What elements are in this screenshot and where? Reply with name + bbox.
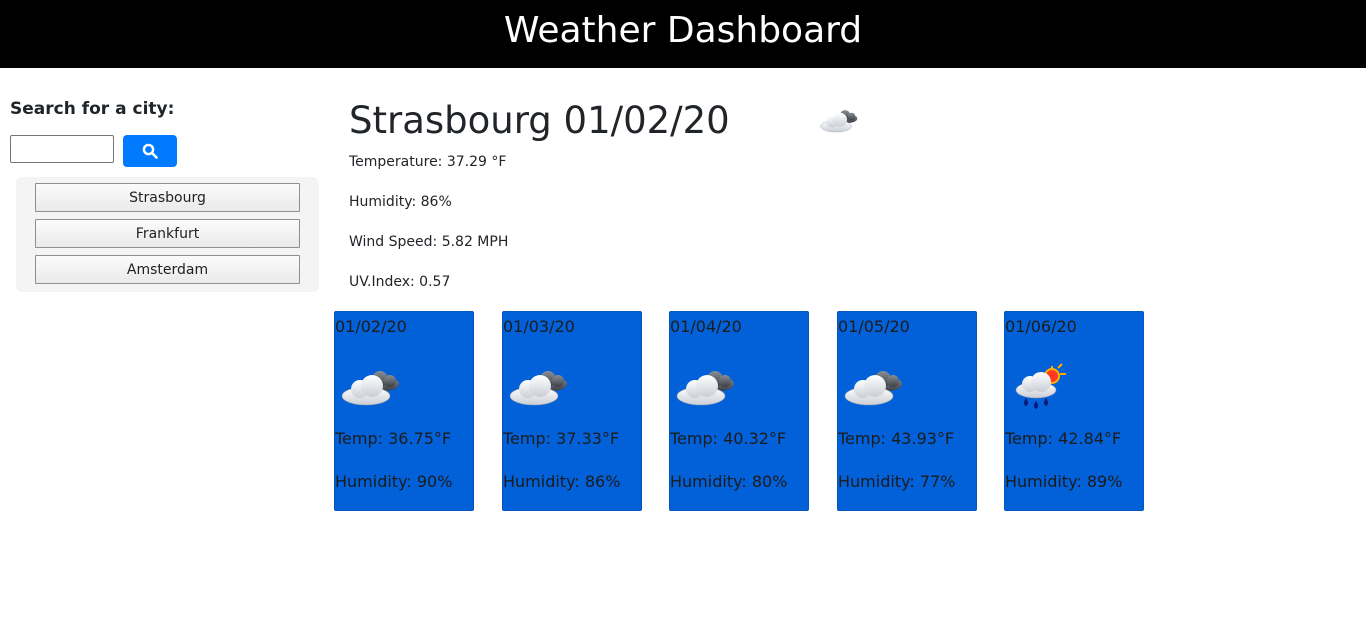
history-button-frankfurt[interactable]: Frankfurt (35, 219, 300, 248)
search-button[interactable] (123, 135, 177, 167)
current-humidity: Humidity: 86% (349, 194, 452, 210)
cloudy-icon (338, 362, 404, 414)
forecast-date: 01/05/20 (838, 317, 910, 336)
forecast-card: 01/03/20 Temp: 37.33°F Humidity: 86% (502, 311, 642, 511)
search-history-panel: Strasbourg Frankfurt Amsterdam (16, 177, 319, 292)
rain-sun-icon (1008, 362, 1074, 414)
current-temperature: Temperature: 37.29 °F (349, 154, 507, 170)
cloudy-icon (673, 362, 739, 414)
forecast-temp: Temp: 43.93°F (838, 429, 955, 448)
forecast-temp: Temp: 40.32°F (670, 429, 787, 448)
forecast-temp: Temp: 36.75°F (335, 429, 452, 448)
forecast-card: 01/06/20 Temp: 42.84°F Humidity: 89% (1004, 311, 1144, 511)
forecast-humidity: Humidity: 90% (335, 472, 453, 491)
forecast-humidity: Humidity: 80% (670, 472, 788, 491)
partly-cloudy-icon (815, 98, 865, 144)
cloudy-icon (506, 362, 572, 414)
city-search-input[interactable] (10, 135, 114, 163)
current-wind-speed: Wind Speed: 5.82 MPH (349, 234, 509, 250)
forecast-date: 01/06/20 (1005, 317, 1077, 336)
forecast-card: 01/04/20 Temp: 40.32°F Humidity: 80% (669, 311, 809, 511)
current-city-title: Strasbourg 01/02/20 (349, 99, 730, 142)
history-button-amsterdam[interactable]: Amsterdam (35, 255, 300, 284)
current-uv-index: UV.Index: 0.57 (349, 274, 451, 290)
forecast-date: 01/03/20 (503, 317, 575, 336)
forecast-card: 01/02/20 Temp: 36.75°F Humidity: 90% (334, 311, 474, 511)
forecast-temp: Temp: 42.84°F (1005, 429, 1122, 448)
forecast-date: 01/04/20 (670, 317, 742, 336)
forecast-humidity: Humidity: 86% (503, 472, 621, 491)
page-title: Weather Dashboard (503, 10, 863, 51)
search-icon (142, 143, 158, 159)
history-button-strasbourg[interactable]: Strasbourg (35, 183, 300, 212)
app-header: Weather Dashboard (0, 0, 1366, 68)
forecast-humidity: Humidity: 89% (1005, 472, 1123, 491)
cloudy-icon (841, 362, 907, 414)
forecast-date: 01/02/20 (335, 317, 407, 336)
forecast-humidity: Humidity: 77% (838, 472, 956, 491)
search-label: Search for a city: (10, 99, 175, 119)
forecast-temp: Temp: 37.33°F (503, 429, 620, 448)
forecast-card: 01/05/20 Temp: 43.93°F Humidity: 77% (837, 311, 977, 511)
